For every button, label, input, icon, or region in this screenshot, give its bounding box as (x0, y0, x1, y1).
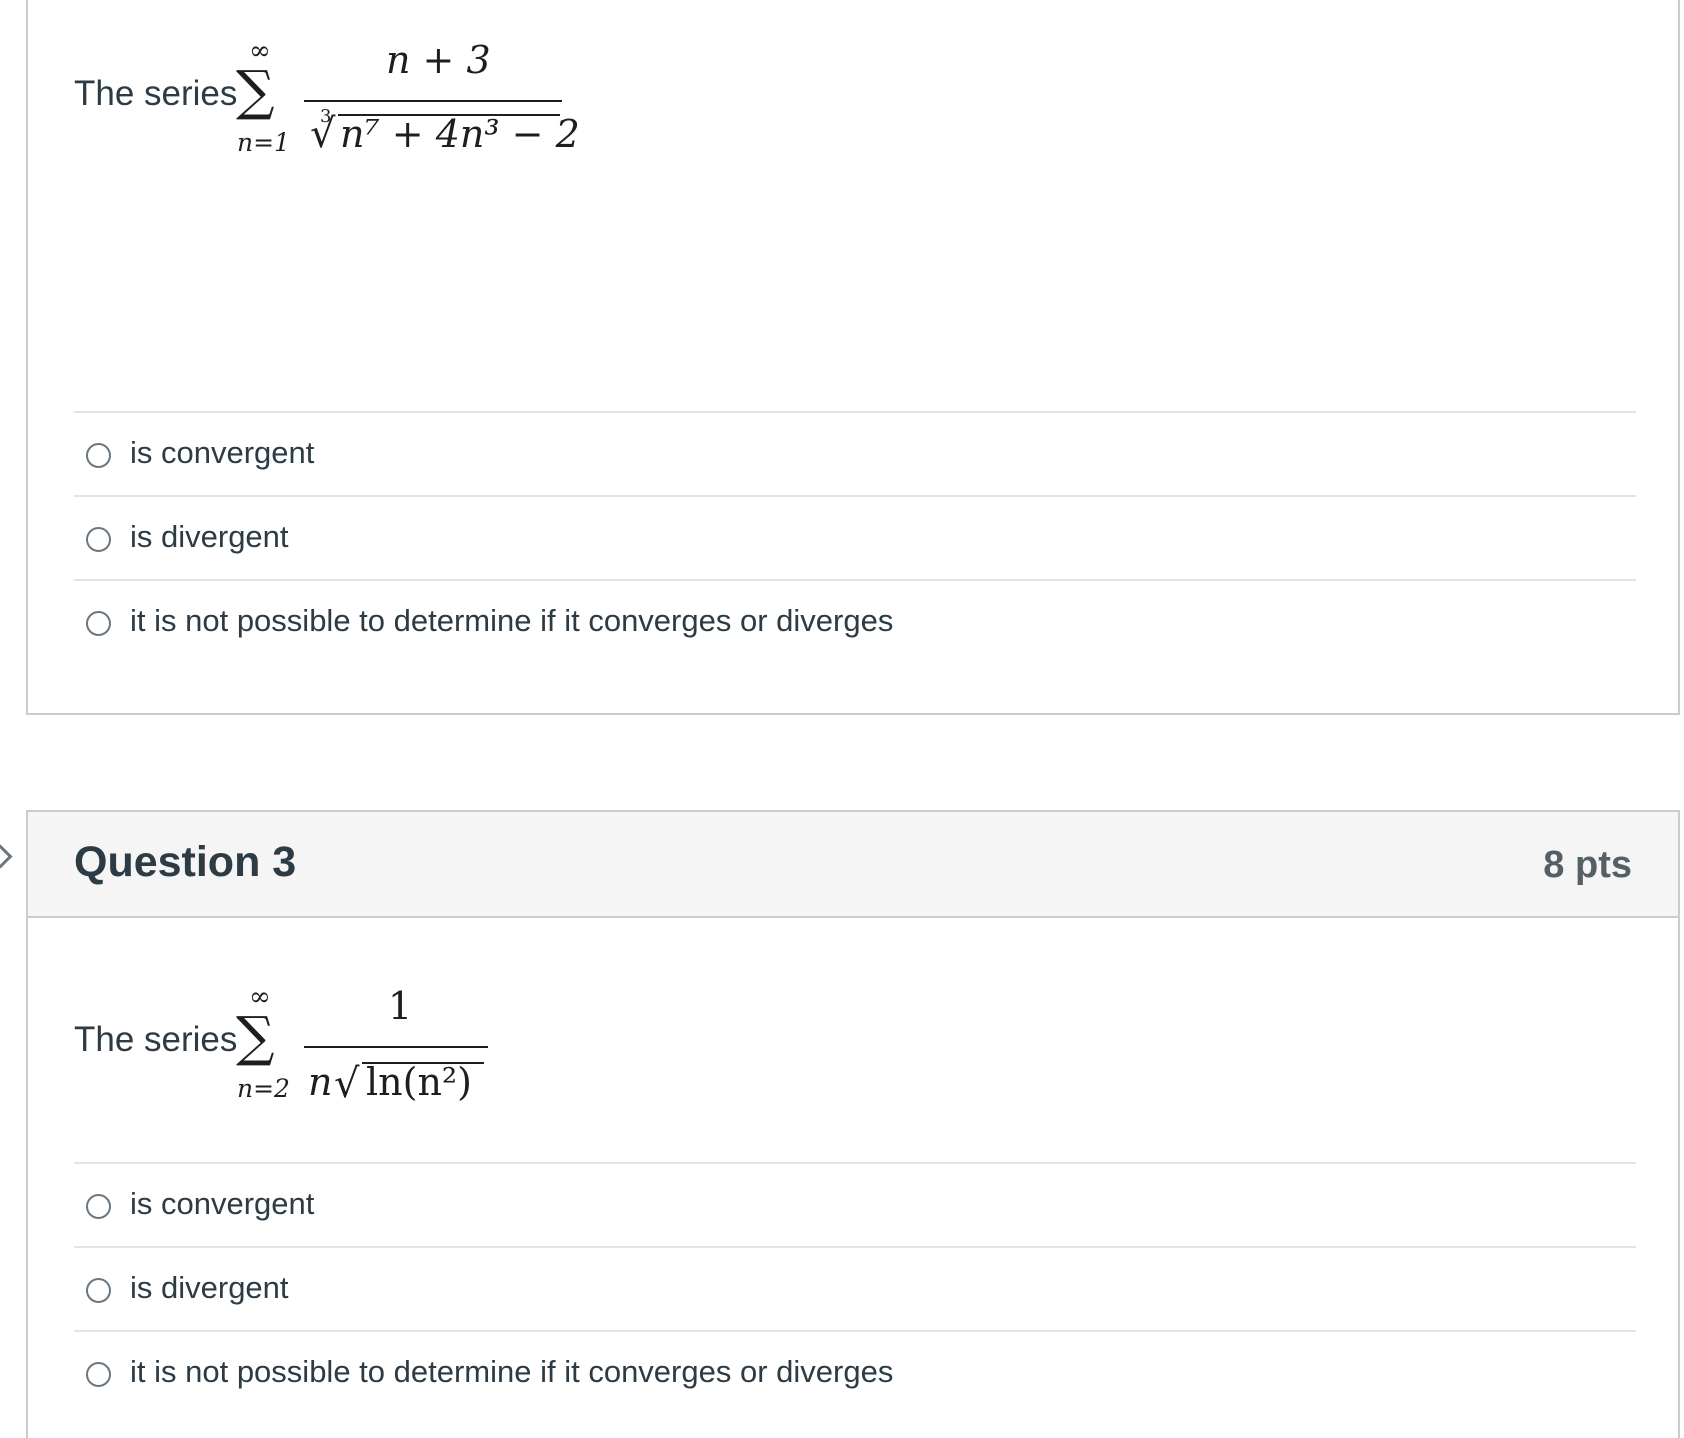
sigma-symbol: ∑ (236, 1005, 275, 1068)
question-header: Question 3 8 pts (28, 812, 1678, 918)
answer-label[interactable]: is divergent (130, 519, 289, 555)
question-points: 8 pts (1543, 844, 1632, 886)
radio-button[interactable] (86, 1278, 111, 1303)
quiz-page: The series ∞ ∑ n=1 n + 3 3 √ n⁷ + 4n³ − … (0, 0, 1684, 1438)
answer-list: is convergent is divergent it is not pos… (74, 411, 1636, 663)
denominator-prefix: n (308, 1060, 333, 1104)
square-root-sign: √ (334, 1061, 360, 1107)
answer-option[interactable]: it is not possible to determine if it co… (74, 579, 1636, 663)
answer-label[interactable]: it is not possible to determine if it co… (130, 603, 893, 639)
answer-option[interactable]: is divergent (74, 1246, 1636, 1330)
denominator-radicand: ln(n²) (366, 1060, 472, 1104)
chevron-right-icon[interactable] (0, 844, 13, 869)
question-card-3: Question 3 8 pts The series ∞ ∑ n=2 1 n … (26, 810, 1680, 1438)
radio-button[interactable] (86, 1362, 111, 1387)
answer-label[interactable]: is divergent (130, 1270, 289, 1306)
fraction-numerator: 1 (388, 984, 413, 1028)
radio-button[interactable] (86, 611, 111, 636)
answer-option[interactable]: it is not possible to determine if it co… (74, 1330, 1636, 1414)
answer-label[interactable]: it is not possible to determine if it co… (130, 1354, 893, 1390)
answer-option[interactable]: is convergent (74, 411, 1636, 495)
answer-list: is convergent is divergent it is not pos… (74, 1162, 1636, 1414)
answer-label[interactable]: is convergent (130, 1186, 314, 1222)
answer-option[interactable]: is divergent (74, 495, 1636, 579)
radio-button[interactable] (86, 1194, 111, 1219)
cube-root-sign: √ (310, 111, 336, 157)
fraction-denominator: n⁷ + 4n³ − 2 (340, 112, 580, 156)
fraction-bar (304, 100, 562, 102)
sum-lower-limit: n=1 (237, 128, 290, 157)
radio-button[interactable] (86, 443, 111, 468)
stem-text: The series (74, 74, 238, 113)
fraction-bar (304, 1046, 488, 1048)
question-title: Question 3 (74, 838, 297, 886)
stem-text: The series (74, 1020, 238, 1059)
question-card-2: The series ∞ ∑ n=1 n + 3 3 √ n⁷ + 4n³ − … (26, 0, 1680, 715)
fraction-numerator: n + 3 (386, 38, 491, 82)
answer-label[interactable]: is convergent (130, 435, 314, 471)
sigma-symbol: ∑ (236, 59, 275, 122)
answer-option[interactable]: is convergent (74, 1162, 1636, 1246)
radio-button[interactable] (86, 527, 111, 552)
sum-lower-limit: n=2 (237, 1074, 290, 1103)
